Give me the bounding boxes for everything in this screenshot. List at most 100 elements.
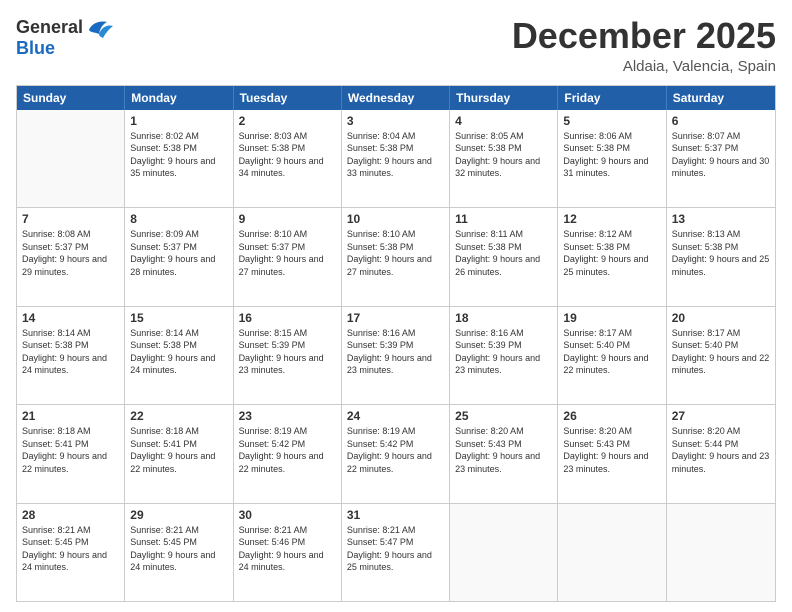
- calendar-row-1: 7Sunrise: 8:08 AMSunset: 5:37 PMDaylight…: [17, 207, 775, 305]
- day-cell-13: 13 Sunrise: 8:13 AMSunset: 5:38 PMDayligh…: [667, 208, 775, 305]
- day-info: Sunrise: 8:10 AMSunset: 5:38 PMDaylight:…: [347, 228, 444, 278]
- day-number: 16: [239, 311, 336, 325]
- day-number: 17: [347, 311, 444, 325]
- day-cell-15: 15 Sunrise: 8:14 AMSunset: 5:38 PMDayligh…: [125, 307, 233, 404]
- logo-top: General: [16, 16, 113, 38]
- calendar-row-0: 1Sunrise: 8:02 AMSunset: 5:38 PMDaylight…: [17, 110, 775, 207]
- day-cell-5: 5 Sunrise: 8:06 AMSunset: 5:38 PMDaylight…: [558, 110, 666, 207]
- day-number: 8: [130, 212, 227, 226]
- day-cell-3: 3Sunrise: 8:04 AMSunset: 5:38 PMDaylight…: [342, 110, 450, 207]
- day-number: 27: [672, 409, 770, 423]
- day-cell-12: 12 Sunrise: 8:12 AMSunset: 5:38 PMDayligh…: [558, 208, 666, 305]
- day-info: Sunrise: 8:16 AMSunset: 5:39 PMDaylight:…: [347, 327, 444, 377]
- day-number: 6: [672, 114, 770, 128]
- empty-cell: [558, 504, 666, 601]
- header-day-tuesday: Tuesday: [234, 86, 342, 110]
- day-info: Sunrise: 8:20 AMSunset: 5:43 PMDaylight:…: [455, 425, 552, 475]
- calendar-row-2: 14 Sunrise: 8:14 AMSunset: 5:38 PMDayligh…: [17, 306, 775, 404]
- day-cell-11: 11 Sunrise: 8:11 AMSunset: 5:38 PMDayligh…: [450, 208, 558, 305]
- day-number: 13: [672, 212, 770, 226]
- day-cell-7: 7Sunrise: 8:08 AMSunset: 5:37 PMDaylight…: [17, 208, 125, 305]
- calendar-row-3: 21 Sunrise: 8:18 AMSunset: 5:41 PMDayligh…: [17, 404, 775, 502]
- day-number: 4: [455, 114, 552, 128]
- location-text: Aldaia, Valencia, Spain: [512, 58, 776, 75]
- day-cell-14: 14Sunrise: 8:14 AMSunset: 5:38 PMDayligh…: [17, 307, 125, 404]
- day-cell-4: 4 Sunrise: 8:05 AMSunset: 5:38 PMDaylight…: [450, 110, 558, 207]
- month-title: December 2025: [512, 16, 776, 56]
- day-info: Sunrise: 8:11 AMSunset: 5:38 PMDaylight:…: [455, 228, 552, 278]
- day-number: 10: [347, 212, 444, 226]
- day-info: Sunrise: 8:20 AMSunset: 5:44 PMDaylight:…: [672, 425, 770, 475]
- day-info: Sunrise: 8:21 AMSunset: 5:45 PMDaylight:…: [130, 524, 227, 574]
- day-number: 24: [347, 409, 444, 423]
- day-cell-2: 2Sunrise: 8:03 AMSunset: 5:38 PMDaylight…: [234, 110, 342, 207]
- day-info: Sunrise: 8:07 AMSunset: 5:37 PMDaylight:…: [672, 130, 770, 180]
- day-info: Sunrise: 8:04 AMSunset: 5:38 PMDaylight:…: [347, 130, 444, 180]
- day-number: 9: [239, 212, 336, 226]
- title-block: December 2025 Aldaia, Valencia, Spain: [512, 16, 776, 75]
- day-number: 21: [22, 409, 119, 423]
- day-cell-18: 18Sunrise: 8:16 AMSunset: 5:39 PMDayligh…: [450, 307, 558, 404]
- day-info: Sunrise: 8:18 AMSunset: 5:41 PMDaylight:…: [22, 425, 119, 475]
- day-cell-22: 22 Sunrise: 8:18 AMSunset: 5:41 PMDayligh…: [125, 405, 233, 502]
- header-day-saturday: Saturday: [667, 86, 775, 110]
- day-info: Sunrise: 8:03 AMSunset: 5:38 PMDaylight:…: [239, 130, 336, 180]
- header-day-thursday: Thursday: [450, 86, 558, 110]
- day-info: Sunrise: 8:18 AMSunset: 5:41 PMDaylight:…: [130, 425, 227, 475]
- day-cell-19: 19Sunrise: 8:17 AMSunset: 5:40 PMDayligh…: [558, 307, 666, 404]
- day-info: Sunrise: 8:21 AMSunset: 5:45 PMDaylight:…: [22, 524, 119, 574]
- day-info: Sunrise: 8:21 AMSunset: 5:47 PMDaylight:…: [347, 524, 444, 574]
- header-day-monday: Monday: [125, 86, 233, 110]
- header-day-sunday: Sunday: [17, 86, 125, 110]
- day-cell-28: 28 Sunrise: 8:21 AMSunset: 5:45 PMDayligh…: [17, 504, 125, 601]
- page-container: General Blue December 2025 Aldaia, Valen…: [0, 0, 792, 612]
- day-number: 23: [239, 409, 336, 423]
- page-header: General Blue December 2025 Aldaia, Valen…: [16, 16, 776, 75]
- calendar: SundayMondayTuesdayWednesdayThursdayFrid…: [16, 85, 776, 602]
- day-number: 26: [563, 409, 660, 423]
- day-number: 12: [563, 212, 660, 226]
- header-day-friday: Friday: [558, 86, 666, 110]
- day-info: Sunrise: 8:20 AMSunset: 5:43 PMDaylight:…: [563, 425, 660, 475]
- empty-cell: [17, 110, 125, 207]
- day-cell-9: 9 Sunrise: 8:10 AMSunset: 5:37 PMDaylight…: [234, 208, 342, 305]
- day-number: 11: [455, 212, 552, 226]
- day-cell-23: 23 Sunrise: 8:19 AMSunset: 5:42 PMDayligh…: [234, 405, 342, 502]
- bird-icon: [85, 16, 113, 38]
- day-info: Sunrise: 8:02 AMSunset: 5:38 PMDaylight:…: [130, 130, 227, 180]
- day-cell-20: 20Sunrise: 8:17 AMSunset: 5:40 PMDayligh…: [667, 307, 775, 404]
- day-cell-21: 21 Sunrise: 8:18 AMSunset: 5:41 PMDayligh…: [17, 405, 125, 502]
- day-cell-10: 10 Sunrise: 8:10 AMSunset: 5:38 PMDayligh…: [342, 208, 450, 305]
- day-info: Sunrise: 8:10 AMSunset: 5:37 PMDaylight:…: [239, 228, 336, 278]
- empty-cell: [450, 504, 558, 601]
- day-cell-27: 27 Sunrise: 8:20 AMSunset: 5:44 PMDayligh…: [667, 405, 775, 502]
- day-cell-16: 16 Sunrise: 8:15 AMSunset: 5:39 PMDayligh…: [234, 307, 342, 404]
- day-number: 5: [563, 114, 660, 128]
- day-info: Sunrise: 8:21 AMSunset: 5:46 PMDaylight:…: [239, 524, 336, 574]
- logo-general-text: General: [16, 17, 83, 38]
- day-info: Sunrise: 8:05 AMSunset: 5:38 PMDaylight:…: [455, 130, 552, 180]
- day-cell-17: 17 Sunrise: 8:16 AMSunset: 5:39 PMDayligh…: [342, 307, 450, 404]
- day-number: 25: [455, 409, 552, 423]
- logo-blue-label: Blue: [16, 38, 55, 58]
- day-info: Sunrise: 8:19 AMSunset: 5:42 PMDaylight:…: [239, 425, 336, 475]
- day-cell-8: 8 Sunrise: 8:09 AMSunset: 5:37 PMDaylight…: [125, 208, 233, 305]
- day-cell-6: 6 Sunrise: 8:07 AMSunset: 5:37 PMDaylight…: [667, 110, 775, 207]
- day-info: Sunrise: 8:06 AMSunset: 5:38 PMDaylight:…: [563, 130, 660, 180]
- day-info: Sunrise: 8:17 AMSunset: 5:40 PMDaylight:…: [672, 327, 770, 377]
- day-number: 22: [130, 409, 227, 423]
- day-cell-26: 26 Sunrise: 8:20 AMSunset: 5:43 PMDayligh…: [558, 405, 666, 502]
- day-number: 14: [22, 311, 119, 325]
- day-number: 15: [130, 311, 227, 325]
- calendar-row-4: 28 Sunrise: 8:21 AMSunset: 5:45 PMDayligh…: [17, 503, 775, 601]
- day-cell-30: 30Sunrise: 8:21 AMSunset: 5:46 PMDayligh…: [234, 504, 342, 601]
- day-info: Sunrise: 8:12 AMSunset: 5:38 PMDaylight:…: [563, 228, 660, 278]
- day-cell-25: 25 Sunrise: 8:20 AMSunset: 5:43 PMDayligh…: [450, 405, 558, 502]
- day-info: Sunrise: 8:14 AMSunset: 5:38 PMDaylight:…: [130, 327, 227, 377]
- day-info: Sunrise: 8:13 AMSunset: 5:38 PMDaylight:…: [672, 228, 770, 278]
- empty-cell: [667, 504, 775, 601]
- day-info: Sunrise: 8:09 AMSunset: 5:37 PMDaylight:…: [130, 228, 227, 278]
- day-number: 31: [347, 508, 444, 522]
- day-info: Sunrise: 8:15 AMSunset: 5:39 PMDaylight:…: [239, 327, 336, 377]
- day-number: 28: [22, 508, 119, 522]
